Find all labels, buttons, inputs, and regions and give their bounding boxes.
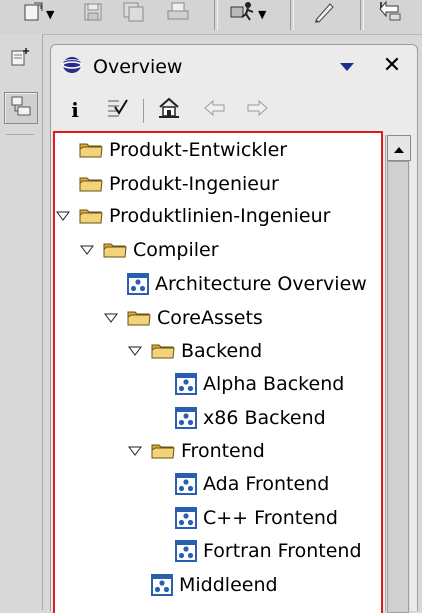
chevron-down-icon: ▼ [258,7,267,21]
add-view-icon [9,46,31,72]
tree-item-cpp-frontend[interactable]: C++ Frontend [175,503,338,533]
tree-item-alpha-backend[interactable]: Alpha Backend [175,369,344,399]
expand-toggle-icon[interactable] [127,346,143,356]
diagram-icon [175,373,197,395]
expand-toggle-icon[interactable] [103,313,119,323]
tree-item-compiler[interactable]: Compiler [79,235,219,265]
triangle-down-icon [339,58,355,77]
folder-open-icon [151,442,175,460]
arrow-left-icon [203,98,227,122]
save-all-button[interactable] [122,0,146,28]
tree-item-produkt-entwickler[interactable]: Produkt-Entwickler [63,135,287,165]
toolbar-separator [290,0,294,30]
tree-item-backend[interactable]: Backend [127,336,262,366]
diagram-icon [175,507,197,529]
new-file-icon [22,1,44,27]
tree-item-middleend[interactable]: Middleend [151,570,278,600]
checklist-button[interactable] [103,97,131,123]
diagram-icon [175,540,197,562]
expand-toggle-icon[interactable] [79,245,95,255]
folder-open-icon [151,342,175,360]
view-menu-button[interactable] [337,57,357,77]
view-tab[interactable]: Overview [51,45,417,89]
tree-item-frontend[interactable]: Frontend [127,436,265,466]
scrollbar-thumb[interactable] [387,161,409,613]
overview-view: Overview ✕ i Produkt-Entwickler Produkt-… [50,44,418,613]
expand-toggle-icon[interactable] [55,211,71,221]
arrow-right-icon [245,98,269,122]
expand-toggle-icon[interactable] [127,446,143,456]
pen-tool-button[interactable] [312,0,336,28]
folder-open-icon [127,309,151,327]
print-icon [166,1,190,27]
save-all-icon [122,1,146,27]
run-button[interactable]: ▼ [230,0,266,28]
print-button[interactable] [166,0,190,28]
tree-item-architecture-overview[interactable]: Architecture Overview [127,269,367,299]
diagram-icon [151,574,173,596]
overview-tree: Produkt-Entwickler Produkt-Ingenieur Pro… [53,131,383,613]
show-view-menu-button[interactable] [4,44,36,74]
tree-item-fortran-frontend[interactable]: Fortran Frontend [175,536,362,566]
tree-item-ada-frontend[interactable]: Ada Frontend [175,469,329,499]
toolbar-separator [360,0,364,30]
checklist-icon [105,97,129,123]
tree-item-coreassets[interactable]: CoreAssets [103,303,263,333]
tree-item-produktlinien-ingenieur[interactable]: Produktlinien-Ingenieur [55,201,330,231]
close-icon: ✕ [382,53,402,78]
diagram-icon [175,473,197,495]
chevron-down-icon: ▼ [46,7,55,21]
tree-item-x86-backend[interactable]: x86 Backend [175,403,326,433]
save-icon [82,1,104,27]
view-title: Overview [93,56,183,78]
toolbar-separator [214,0,218,30]
tree-item-produkt-ingenieur[interactable]: Produkt-Ingenieur [63,169,279,199]
home-icon [157,96,181,124]
close-view-button[interactable]: ✕ [381,55,403,77]
globe-icon [61,54,83,80]
back-arrow-icon [376,0,404,28]
pen-icon [312,0,336,28]
tree-view-icon [10,95,32,121]
vertical-scrollbar[interactable] [385,135,411,613]
folder-icon [79,175,103,193]
strip-divider [6,134,34,135]
scroll-up-button[interactable] [387,135,411,161]
folder-icon [79,141,103,159]
folder-open-icon [103,241,127,259]
info-icon: i [71,98,79,122]
view-toolbar: i [51,93,417,127]
back-to-button[interactable] [376,0,404,28]
new-wizard-button[interactable]: ▼ [22,0,54,28]
folder-open-icon [79,207,103,225]
info-button[interactable]: i [65,97,85,123]
toolbar-separator [143,99,144,123]
overview-view-toggle[interactable] [4,92,38,124]
run-person-icon [230,1,256,27]
diagram-icon [127,273,149,295]
forward-button[interactable] [243,97,271,123]
home-button[interactable] [155,97,183,123]
main-toolbar: ▼ ▼ [0,0,422,35]
back-button[interactable] [201,97,229,123]
save-button[interactable] [82,0,104,28]
arrow-up-icon [393,139,405,158]
diagram-icon [175,407,197,429]
view-shortcut-bar [0,34,43,610]
